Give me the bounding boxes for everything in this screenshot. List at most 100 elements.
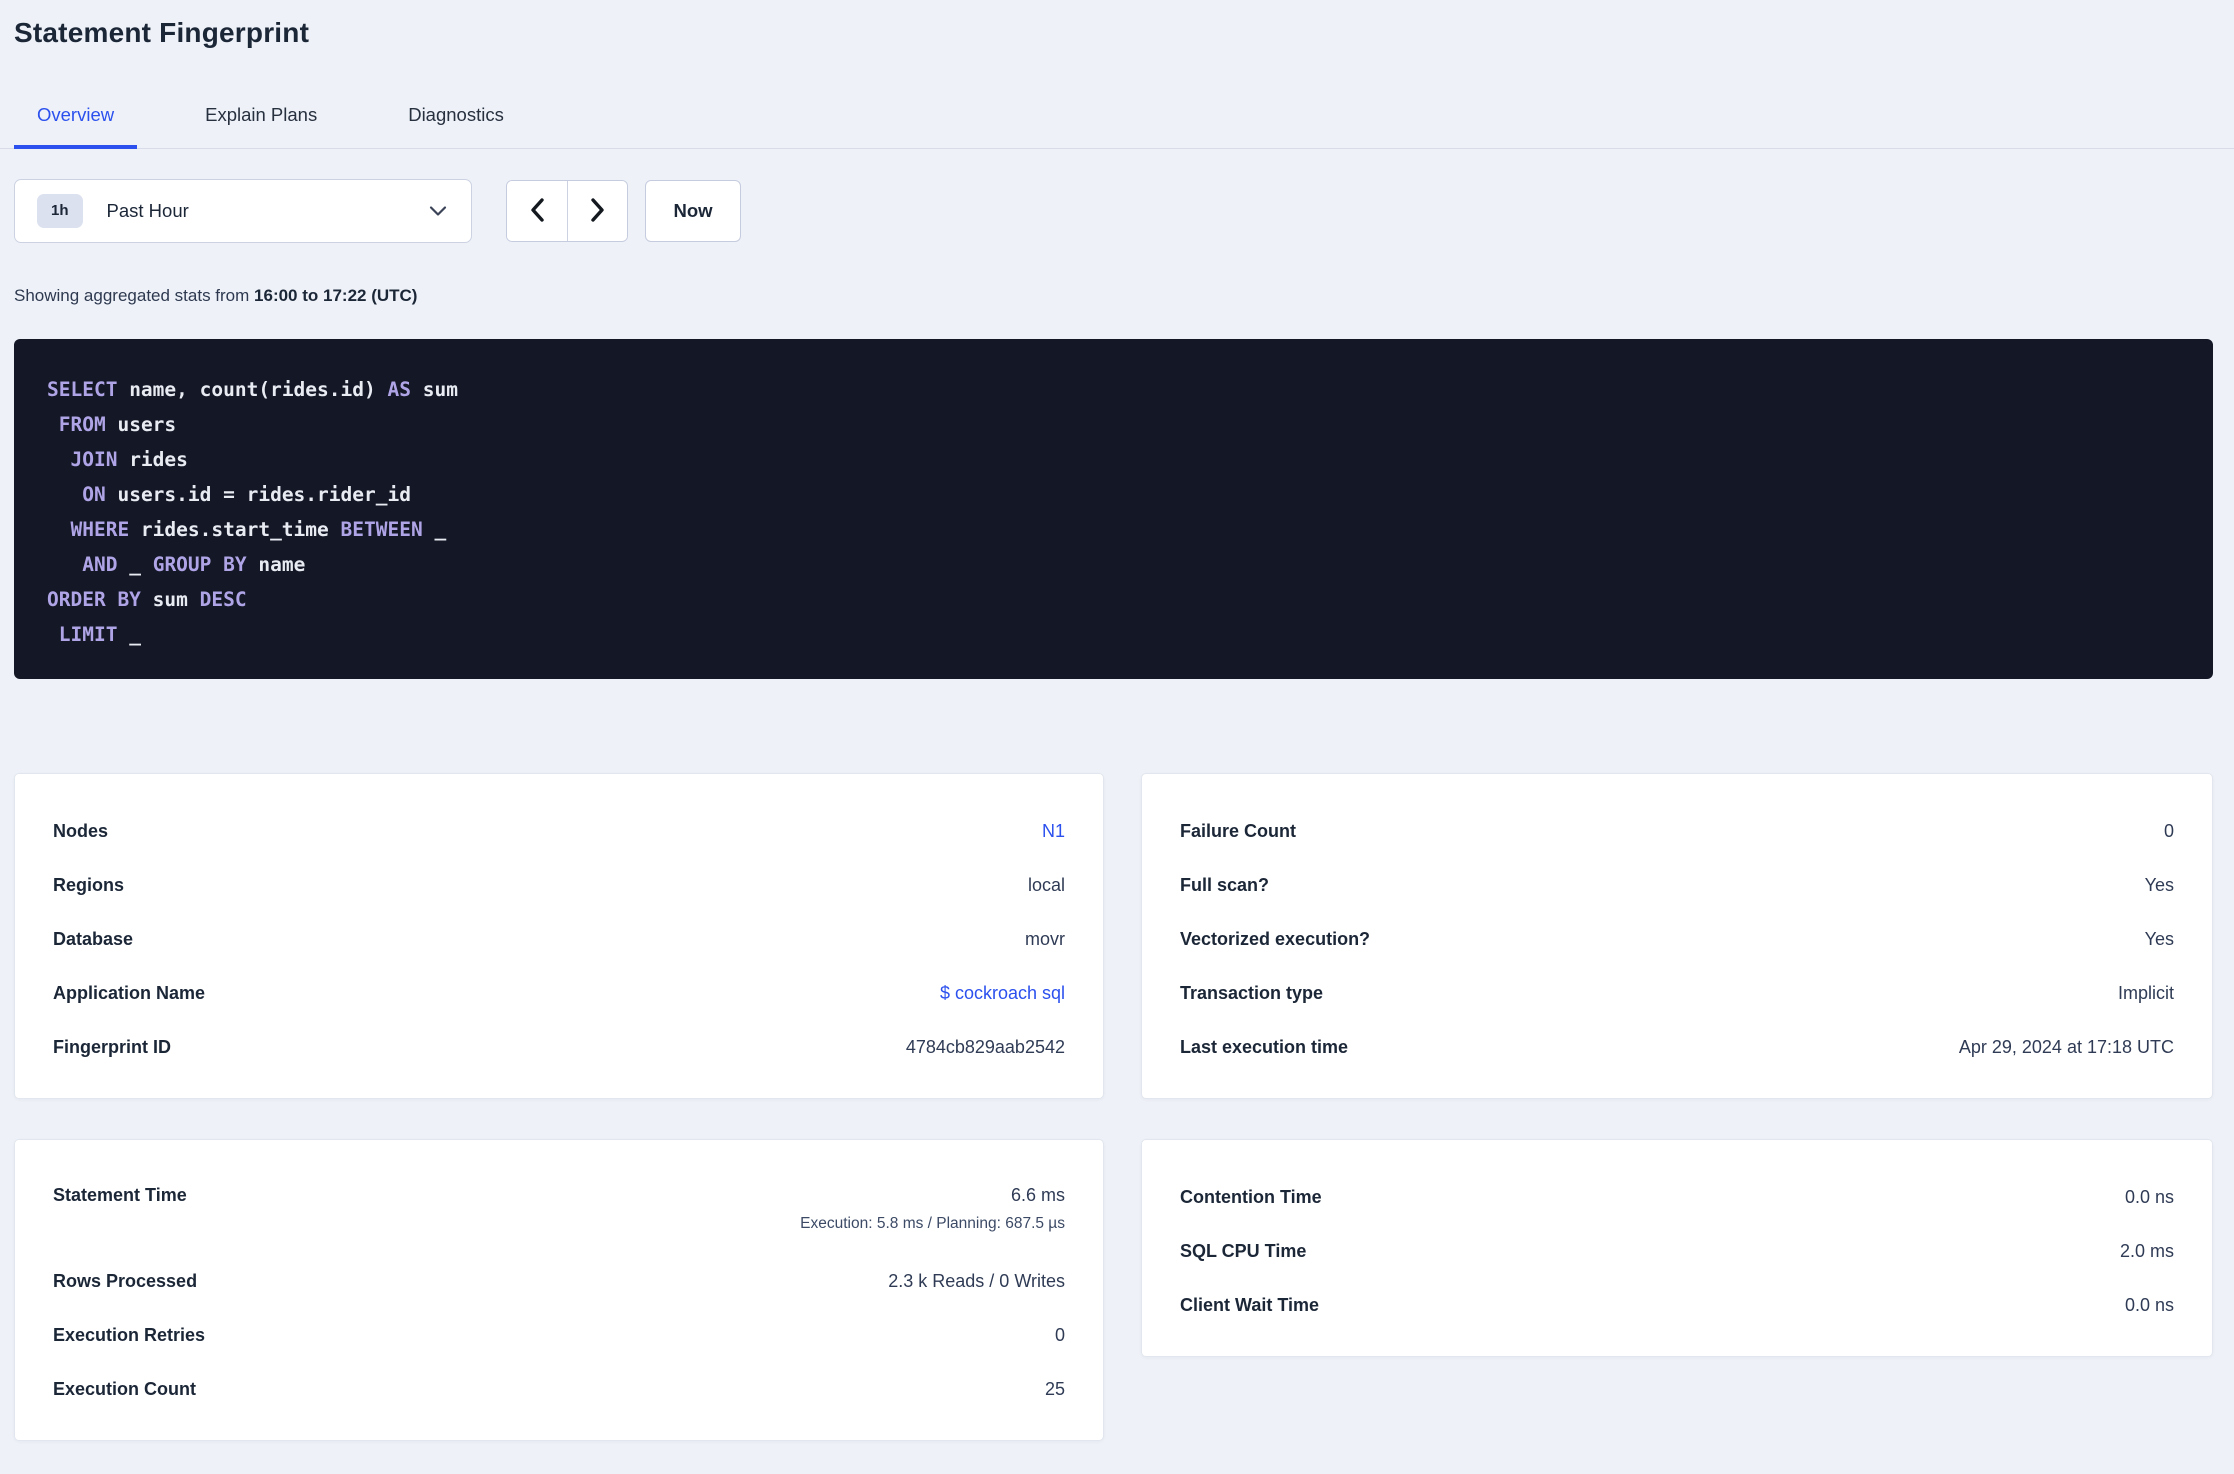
- detail-row: SQL CPU Time 2.0 ms: [1180, 1224, 2174, 1278]
- chevron-left-icon: [529, 197, 545, 226]
- interval-label: Past Hour: [106, 200, 189, 221]
- tab-label: Explain Plans: [205, 104, 318, 125]
- detail-label: Regions: [53, 875, 125, 895]
- detail-row: Regions local: [53, 858, 1065, 912]
- sql-line: AND _ GROUP BY name: [82, 553, 306, 576]
- sql-line: JOIN rides: [70, 448, 188, 471]
- detail-value-link[interactable]: $ cockroach sql: [940, 981, 1065, 1005]
- aggregation-note-range: 16:00 to 17:22 (UTC): [254, 286, 418, 305]
- detail-value-wrap: local: [1028, 873, 1065, 897]
- detail-value: Yes: [2144, 875, 2174, 895]
- detail-row: Statement Time 6.6 ms Execution: 5.8 ms / …: [53, 1170, 1065, 1254]
- tab-label: Diagnostics: [408, 104, 504, 125]
- detail-row: Vectorized execution? Yes: [1180, 912, 2174, 966]
- detail-subvalue: Execution: 5.8 ms / Planning: 687.5 µs: [800, 1215, 1065, 1232]
- detail-value-wrap: Yes: [2145, 873, 2174, 897]
- now-button[interactable]: Now: [645, 180, 741, 242]
- detail-value-wrap: 2.0 ms: [2120, 1239, 2174, 1263]
- detail-row: Transaction type Implicit: [1180, 966, 2174, 1020]
- interval-step-group: [506, 180, 628, 242]
- detail-value: local: [1027, 875, 1065, 895]
- detail-row: Execution Retries 0: [53, 1308, 1065, 1362]
- detail-row: Fingerprint ID 4784cb829aab2542: [53, 1020, 1065, 1074]
- chevron-down-icon: [429, 205, 447, 217]
- detail-value: 6.6 ms: [1010, 1185, 1065, 1205]
- detail-value-wrap: 2.3 k Reads / 0 Writes: [888, 1269, 1065, 1293]
- detail-label: Full scan?: [1180, 875, 1270, 895]
- detail-label: Rows Processed: [53, 1271, 198, 1291]
- detail-value: 0.0 ns: [2124, 1187, 2174, 1207]
- detail-value: Apr 29, 2024 at 17:18 UTC: [1958, 1037, 2174, 1057]
- detail-value-wrap: 0: [2164, 819, 2174, 843]
- detail-row: Contention Time 0.0 ns: [1180, 1170, 2174, 1224]
- next-interval-button[interactable]: [567, 181, 627, 241]
- detail-value: 25: [1044, 1379, 1065, 1399]
- detail-row: Last execution time Apr 29, 2024 at 17:18…: [1180, 1020, 2174, 1074]
- aggregation-interval-note: Showing aggregated stats from 16:00 to 1…: [14, 285, 2213, 307]
- statement-fingerprint-page: Statement Fingerprint Overview Explain P…: [0, 16, 2234, 1441]
- statement-details-card: Nodes N1 Regions local Database movr Applicati…: [14, 773, 1104, 1099]
- detail-value-wrap: 6.6 ms Execution: 5.8 ms / Planning: 687.…: [800, 1183, 1065, 1233]
- detail-row: Application Name $ cockroach sql: [53, 966, 1065, 1020]
- detail-row: Rows Processed 2.3 k Reads / 0 Writes: [53, 1254, 1065, 1308]
- chevron-right-icon: [590, 197, 606, 226]
- detail-label: Fingerprint ID: [53, 1037, 171, 1057]
- detail-value: movr: [1025, 929, 1065, 949]
- tab-diagnostics[interactable]: Diagnostics: [385, 103, 527, 149]
- time-interval-dropdown[interactable]: 1h Past Hour: [14, 179, 472, 243]
- sql-statement-box: SELECT name, count(rides.id) AS sum FROM…: [14, 339, 2213, 679]
- interval-badge: 1h: [37, 194, 83, 228]
- summary-cards: Nodes N1 Regions local Database movr Applicati…: [14, 773, 2213, 1441]
- detail-label: Failure Count: [1180, 821, 1296, 841]
- detail-value-wrap: 0: [1055, 1323, 1065, 1347]
- detail-value-wrap: 4784cb829aab2542: [906, 1035, 1065, 1059]
- sql-line: ON users.id = rides.rider_id: [82, 483, 411, 506]
- sql-line: LIMIT _: [58, 623, 141, 646]
- detail-label: Application Name: [53, 983, 206, 1003]
- detail-value-wrap: N1: [1042, 819, 1065, 843]
- detail-label: Execution Retries: [53, 1325, 206, 1345]
- detail-value: 0: [2163, 821, 2174, 841]
- detail-value-wrap: $ cockroach sql: [940, 981, 1065, 1005]
- detail-label: Nodes: [53, 821, 109, 841]
- detail-value-wrap: movr: [1025, 927, 1065, 951]
- detail-row: Nodes N1: [53, 804, 1065, 858]
- tab-bar: Overview Explain Plans Diagnostics: [0, 103, 2234, 149]
- tab-explain-plans[interactable]: Explain Plans: [182, 103, 340, 149]
- time-toolbar: 1h Past Hour Now: [14, 179, 2213, 243]
- detail-row: Database movr: [53, 912, 1065, 966]
- detail-value: 4784cb829aab2542: [905, 1037, 1065, 1057]
- detail-value: 0: [1054, 1325, 1065, 1345]
- page-title: Statement Fingerprint: [14, 17, 310, 48]
- detail-value-wrap: Implicit: [2118, 981, 2174, 1005]
- detail-row: Full scan? Yes: [1180, 858, 2174, 912]
- prev-interval-button[interactable]: [507, 181, 567, 241]
- tab-overview[interactable]: Overview: [14, 103, 138, 149]
- detail-value: 2.3 k Reads / 0 Writes: [888, 1271, 1065, 1291]
- detail-label: Last execution time: [1180, 1037, 1349, 1057]
- sql-line: FROM users: [58, 413, 177, 436]
- detail-value-wrap: 25: [1045, 1377, 1065, 1401]
- detail-label: Contention Time: [1180, 1187, 1322, 1207]
- statement-timing-card: Statement Time 6.6 ms Execution: 5.8 ms / …: [14, 1139, 1104, 1441]
- detail-row: Execution Count 25: [53, 1362, 1065, 1416]
- detail-value: 2.0 ms: [2119, 1241, 2174, 1261]
- detail-label: Transaction type: [1180, 983, 1324, 1003]
- detail-label: Execution Count: [53, 1379, 196, 1399]
- detail-value: Yes: [2144, 929, 2174, 949]
- sql-line: WHERE rides.start_time BETWEEN _: [70, 518, 447, 541]
- execution-attributes-card: Failure Count 0 Full scan? Yes Vectorized ex…: [1141, 773, 2213, 1099]
- detail-label: Statement Time: [53, 1185, 187, 1205]
- detail-label: Vectorized execution?: [1180, 929, 1371, 949]
- detail-label: SQL CPU Time: [1180, 1241, 1307, 1261]
- detail-row: Failure Count 0: [1180, 804, 2174, 858]
- tab-label: Overview: [37, 104, 115, 125]
- detail-value-wrap: Yes: [2145, 927, 2174, 951]
- detail-value-link[interactable]: N1: [1042, 819, 1065, 843]
- wait-timing-card: Contention Time 0.0 ns SQL CPU Time 2.0 ms C…: [1141, 1139, 2213, 1357]
- detail-value: 0.0 ns: [2124, 1295, 2174, 1315]
- detail-value-wrap: Apr 29, 2024 at 17:18 UTC: [1959, 1035, 2174, 1059]
- detail-label: Client Wait Time: [1180, 1295, 1320, 1315]
- detail-label: Database: [53, 929, 134, 949]
- detail-value-wrap: 0.0 ns: [2125, 1293, 2174, 1317]
